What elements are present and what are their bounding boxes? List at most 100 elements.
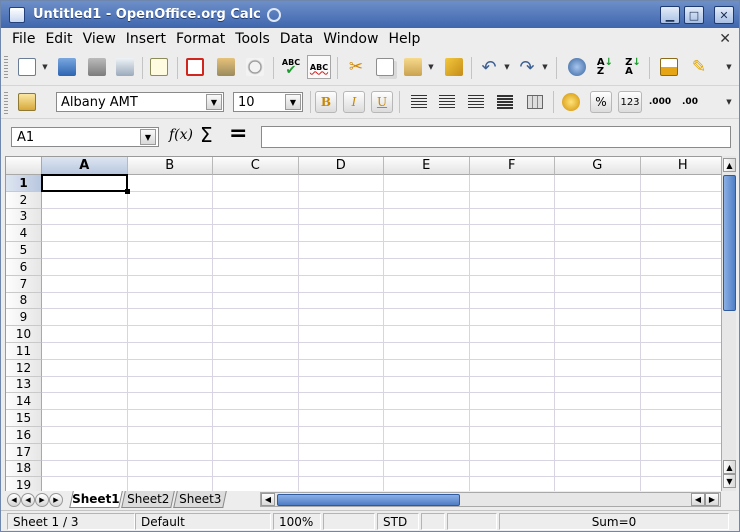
scroll-left-button[interactable]: ◀ xyxy=(261,493,275,506)
next-sheet-button[interactable]: ▶ xyxy=(35,493,49,507)
function-wizard-icon[interactable]: f(x) xyxy=(169,127,193,143)
row-header-11[interactable]: 11 xyxy=(6,343,42,360)
sort-descending-button[interactable]: Z↓ A xyxy=(621,55,645,79)
align-left-button[interactable] xyxy=(407,90,431,114)
navigator-button[interactable] xyxy=(565,55,589,79)
row-header-8[interactable]: 8 xyxy=(6,292,42,310)
title-bar[interactable]: Untitled1 - OpenOffice.org Calc ▁ □ ✕ xyxy=(1,1,739,28)
column-header-c[interactable]: C xyxy=(213,157,299,175)
row-header-10[interactable]: 10 xyxy=(6,326,42,343)
redo-button[interactable]: ↷ xyxy=(515,55,539,79)
print-button[interactable] xyxy=(214,55,238,79)
close-window-button[interactable]: ✕ xyxy=(714,6,734,24)
column-header-b[interactable]: B xyxy=(127,157,213,175)
menu-file[interactable]: File xyxy=(7,31,40,47)
column-header-a[interactable]: A xyxy=(42,157,128,175)
autospellcheck-button[interactable]: ABC xyxy=(307,55,331,79)
row-header-13[interactable]: 13 xyxy=(6,376,42,394)
menu-view[interactable]: View xyxy=(78,31,121,47)
scroll-right-button[interactable]: ▶ xyxy=(705,493,719,506)
align-right-button[interactable] xyxy=(464,90,488,114)
row-header-3[interactable]: 3 xyxy=(6,208,42,226)
maximize-button[interactable]: □ xyxy=(684,6,704,24)
menu-help[interactable]: Help xyxy=(383,31,425,47)
column-header-f[interactable]: F xyxy=(469,157,555,175)
row-header-5[interactable]: 5 xyxy=(6,242,42,259)
save-button[interactable] xyxy=(85,55,109,79)
sum-icon[interactable]: Σ xyxy=(200,123,213,147)
sheet-tab-3[interactable]: Sheet3 xyxy=(173,491,227,508)
fill-handle[interactable] xyxy=(124,188,130,194)
menu-format[interactable]: Format xyxy=(171,31,230,47)
zoom-level[interactable]: 100% xyxy=(273,513,321,530)
row-header-4[interactable]: 4 xyxy=(6,225,42,243)
function-equals-icon[interactable]: = xyxy=(229,121,247,146)
column-header-h[interactable]: H xyxy=(640,157,721,175)
formatting-overflow-arrow[interactable]: ▼ xyxy=(725,90,733,114)
vertical-scroll-thumb[interactable] xyxy=(723,175,736,311)
menu-edit[interactable]: Edit xyxy=(40,31,77,47)
draw-functions-button[interactable]: ✎ xyxy=(687,55,711,79)
vertical-scrollbar[interactable]: ▲ ▲ ▼ xyxy=(721,156,736,491)
align-center-button[interactable] xyxy=(435,90,459,114)
column-header-g[interactable]: G xyxy=(555,157,641,175)
formula-input[interactable] xyxy=(261,126,731,148)
toolbar-grip[interactable] xyxy=(4,56,8,78)
redo-dropdown-arrow[interactable]: ▼ xyxy=(541,55,549,79)
page-style[interactable]: Default xyxy=(135,513,271,530)
font-size-combo[interactable]: 10 ▼ xyxy=(233,92,303,112)
new-dropdown-arrow[interactable]: ▼ xyxy=(41,55,49,79)
styles-button[interactable] xyxy=(15,90,39,114)
paste-button[interactable] xyxy=(401,55,425,79)
close-document-icon[interactable]: ✕ xyxy=(719,31,731,47)
name-box-dropdown-icon[interactable]: ▼ xyxy=(140,129,156,145)
insert-chart-button[interactable] xyxy=(657,55,681,79)
row-header-18[interactable]: 18 xyxy=(6,460,42,478)
row-header-16[interactable]: 16 xyxy=(6,427,42,444)
merge-cells-button[interactable] xyxy=(523,90,547,114)
paste-dropdown-arrow[interactable]: ▼ xyxy=(427,55,435,79)
selection-mode[interactable]: STD xyxy=(377,513,419,530)
edit-file-button[interactable] xyxy=(147,55,171,79)
menu-data[interactable]: Data xyxy=(275,31,318,47)
toolbar-overflow-arrow[interactable]: ▼ xyxy=(725,55,733,79)
first-sheet-button[interactable]: ◀ xyxy=(7,493,21,507)
sticky-window-icon[interactable] xyxy=(266,7,281,22)
minimize-button[interactable]: ▁ xyxy=(660,6,680,24)
sheet-tab-2[interactable]: Sheet2 xyxy=(121,491,175,508)
spreadsheet-grid[interactable]: A B C D E F G H 1 2 3 4 5 6 7 8 9 10 11 12 13 14 15 16 17 18 19 xyxy=(5,156,721,491)
app-document-icon[interactable] xyxy=(9,6,25,23)
email-button[interactable] xyxy=(113,55,137,79)
name-box[interactable]: A1 ▼ xyxy=(11,127,159,147)
column-header-e[interactable]: E xyxy=(384,157,470,175)
percent-format-button[interactable]: % xyxy=(590,91,612,113)
row-header-19[interactable]: 19 xyxy=(6,477,42,491)
row-header-2[interactable]: 2 xyxy=(6,191,42,209)
scroll-down-button[interactable]: ▼ xyxy=(723,474,736,488)
copy-button[interactable] xyxy=(373,55,397,79)
standard-number-button[interactable]: 123 xyxy=(618,91,642,113)
export-pdf-button[interactable] xyxy=(183,55,207,79)
toolbar-grip[interactable] xyxy=(4,92,8,114)
bold-button[interactable]: B xyxy=(315,91,337,113)
prev-sheet-button[interactable]: ◀ xyxy=(21,493,35,507)
spellcheck-button[interactable]: ABC ✔ xyxy=(279,55,303,79)
row-header-6[interactable]: 6 xyxy=(6,259,42,276)
scroll-up-button[interactable]: ▲ xyxy=(723,158,736,172)
undo-dropdown-arrow[interactable]: ▼ xyxy=(503,55,511,79)
horizontal-scroll-thumb[interactable] xyxy=(277,494,460,506)
scroll-up-small-button[interactable]: ▲ xyxy=(723,460,736,474)
add-decimal-button[interactable]: .000 xyxy=(647,90,673,114)
row-header-17[interactable]: 17 xyxy=(6,443,42,461)
font-size-dropdown-icon[interactable]: ▼ xyxy=(285,94,301,110)
column-header-d[interactable]: D xyxy=(298,157,384,175)
row-header-7[interactable]: 7 xyxy=(6,275,42,293)
undo-button[interactable]: ↶ xyxy=(477,55,501,79)
menu-tools[interactable]: Tools xyxy=(230,31,275,47)
scroll-left-small-button[interactable]: ◀ xyxy=(691,493,705,506)
sum-display[interactable]: Sum=0 xyxy=(499,513,729,530)
active-cell-cursor[interactable] xyxy=(41,174,128,192)
horizontal-scrollbar[interactable]: ◀ ◀ ▶ xyxy=(260,492,721,507)
font-name-dropdown-icon[interactable]: ▼ xyxy=(206,94,222,110)
font-name-combo[interactable]: Albany AMT ▼ xyxy=(56,92,224,112)
